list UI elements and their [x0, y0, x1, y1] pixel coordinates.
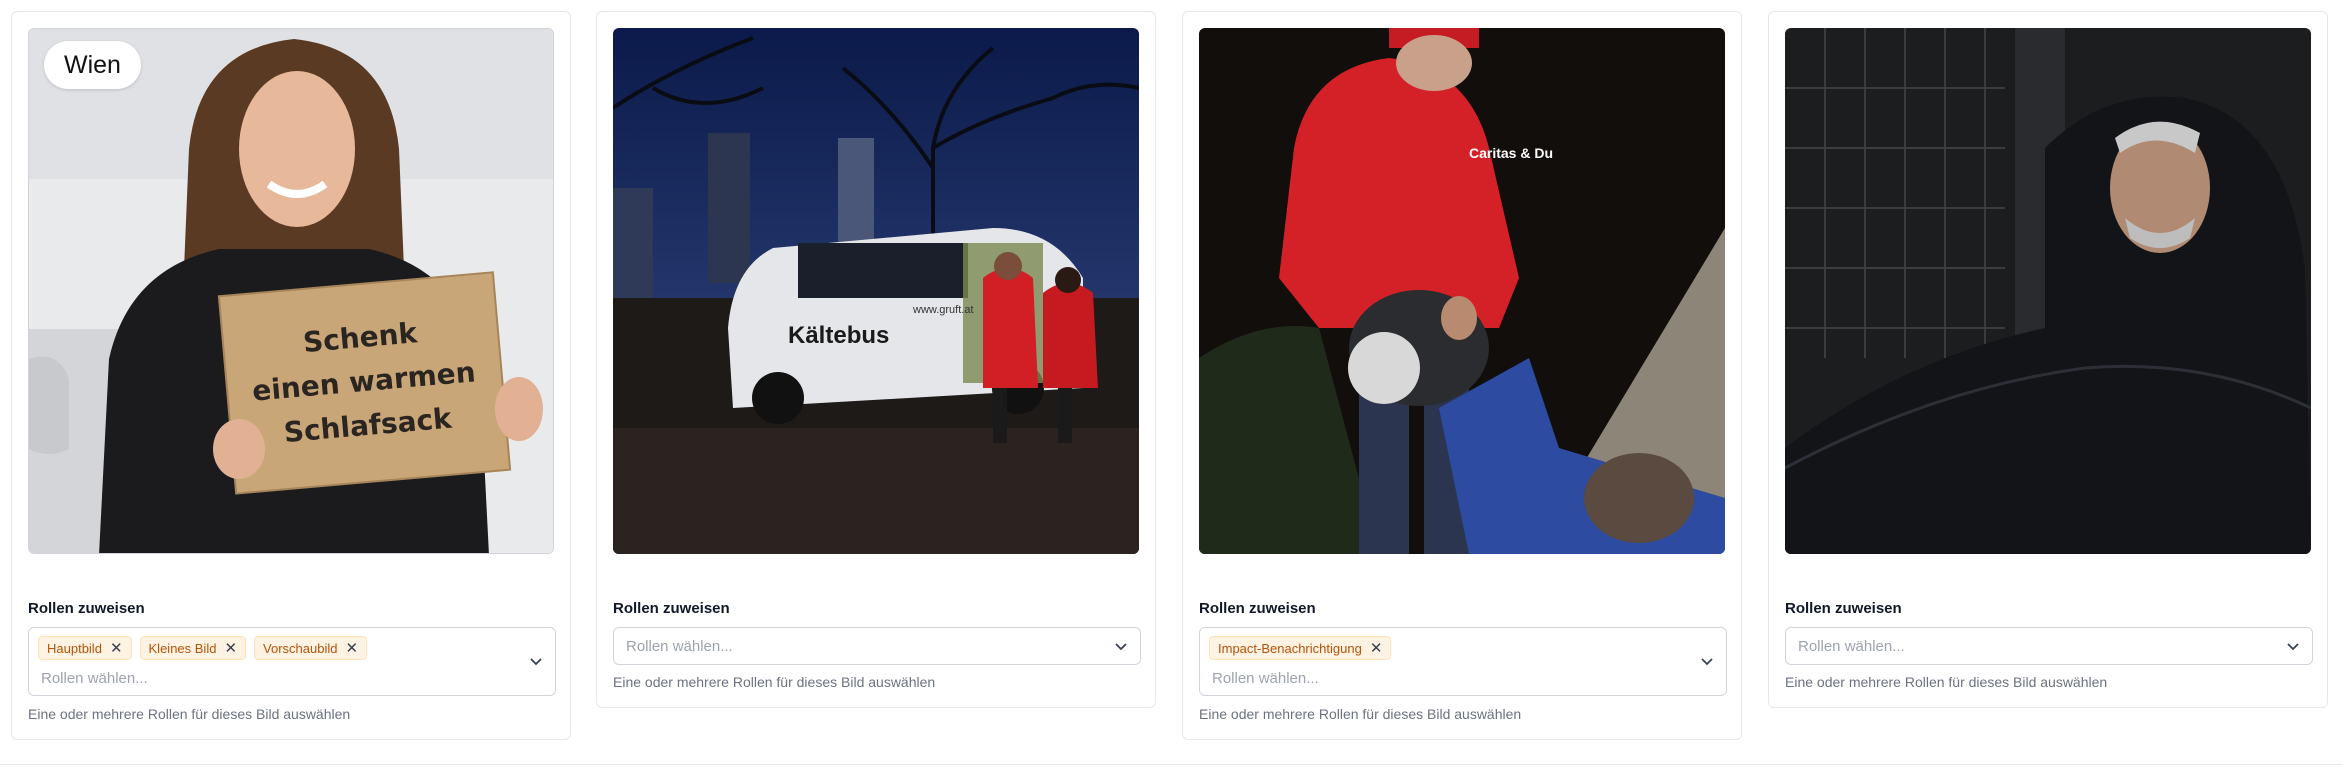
roles-select[interactable]: Impact-Benachrichtigung ✕ Rollen wählen.…: [1199, 627, 1727, 696]
image-card-3: Caritas & Du Rollen zuweisen Impact-Bena…: [1182, 11, 1742, 740]
chevron-down-icon[interactable]: [2286, 642, 2300, 652]
role-chip-hauptbild: Hauptbild ✕: [38, 636, 132, 660]
roles-help-text: Eine oder mehrere Rollen für dieses Bild…: [613, 674, 936, 690]
van-url: www.gruft.at: [912, 304, 974, 316]
van-lettering: Kältebus: [788, 322, 889, 349]
role-chip-vorschaubild: Vorschaubild ✕: [254, 636, 368, 660]
roles-select[interactable]: Rollen wählen...: [613, 627, 1141, 665]
image-woman-with-sign[interactable]: Schenk einen warmen Schlafsack: [28, 28, 554, 554]
role-chip-kleines-bild: Kleines Bild ✕: [139, 636, 247, 660]
role-chip-label: Impact-Benachrichtigung: [1218, 640, 1362, 656]
chevron-down-icon[interactable]: [1114, 642, 1128, 652]
image-man-in-sleeping-bag[interactable]: [1785, 28, 2311, 554]
jacket-lettering: Caritas & Du: [1469, 145, 1553, 161]
selected-roles: Hauptbild ✕ Kleines Bild ✕ Vorschaubild …: [38, 636, 368, 660]
role-chip-impact-benachrichtigung: Impact-Benachrichtigung ✕: [1209, 636, 1392, 660]
image-card-1: Schenk einen warmen Schlafsack Wien Roll…: [11, 11, 571, 740]
role-chip-label: Vorschaubild: [263, 640, 338, 656]
roles-help-text: Eine oder mehrere Rollen für dieses Bild…: [28, 706, 351, 722]
roles-placeholder[interactable]: Rollen wählen...: [1212, 670, 1319, 687]
roles-placeholder[interactable]: Rollen wählen...: [1798, 638, 1905, 655]
roles-help-text: Eine oder mehrere Rollen für dieses Bild…: [1785, 674, 2108, 690]
chevron-down-icon[interactable]: [1700, 657, 1714, 667]
image-card-4: Rollen zuweisen Rollen wählen... Eine od…: [1768, 11, 2328, 708]
role-chip-label: Kleines Bild: [148, 640, 217, 656]
image-caritas-helper[interactable]: Caritas & Du: [1199, 28, 1725, 554]
roles-select[interactable]: Hauptbild ✕ Kleines Bild ✕ Vorschaubild …: [28, 627, 556, 696]
section-divider: [0, 764, 2342, 765]
roles-placeholder[interactable]: Rollen wählen...: [41, 670, 148, 687]
close-icon[interactable]: ✕: [1370, 641, 1383, 656]
roles-placeholder[interactable]: Rollen wählen...: [626, 638, 733, 655]
close-icon[interactable]: ✕: [224, 641, 237, 656]
city-badge: Wien: [44, 41, 141, 89]
roles-select[interactable]: Rollen wählen...: [1785, 627, 2313, 665]
roles-label: Rollen zuweisen: [613, 600, 730, 617]
roles-label: Rollen zuweisen: [1199, 600, 1316, 617]
roles-label: Rollen zuweisen: [28, 600, 145, 617]
image-card-2: Kältebus www.gruft.at Rollen zuweisen Ro…: [596, 11, 1156, 708]
image-kaeltebus-night[interactable]: Kältebus www.gruft.at: [613, 28, 1139, 554]
selected-roles: Impact-Benachrichtigung ✕: [1209, 636, 1392, 660]
role-chip-label: Hauptbild: [47, 640, 102, 656]
roles-label: Rollen zuweisen: [1785, 600, 1902, 617]
roles-help-text: Eine oder mehrere Rollen für dieses Bild…: [1199, 706, 1522, 722]
close-icon[interactable]: ✕: [345, 641, 358, 656]
close-icon[interactable]: ✕: [110, 641, 123, 656]
chevron-down-icon[interactable]: [529, 657, 543, 667]
